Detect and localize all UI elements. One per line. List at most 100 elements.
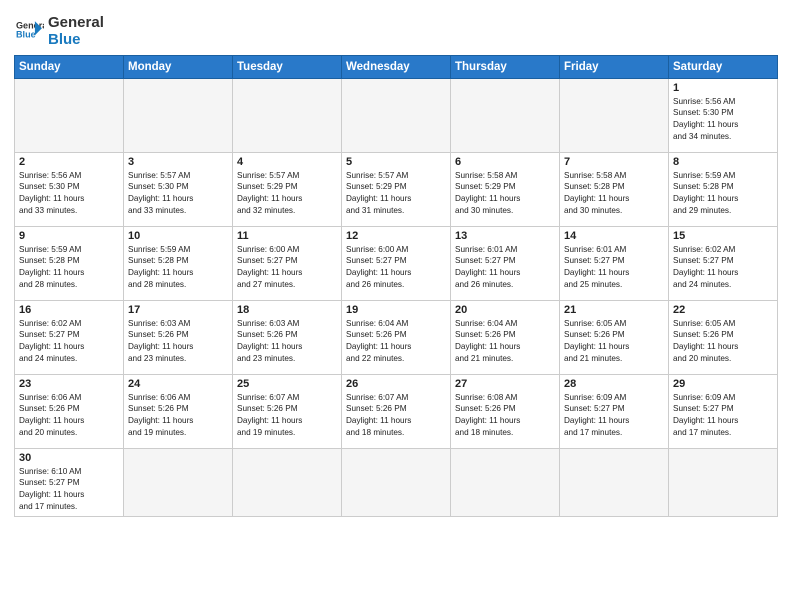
day-info: Sunrise: 6:01 AM Sunset: 5:27 PM Dayligh… (564, 244, 664, 292)
day-info: Sunrise: 6:05 AM Sunset: 5:26 PM Dayligh… (673, 318, 773, 366)
calendar-cell: 18Sunrise: 6:03 AM Sunset: 5:26 PM Dayli… (233, 300, 342, 374)
weekday-monday: Monday (124, 55, 233, 78)
weekday-sunday: Sunday (15, 55, 124, 78)
day-number: 24 (128, 378, 228, 390)
day-info: Sunrise: 6:02 AM Sunset: 5:27 PM Dayligh… (19, 318, 119, 366)
day-info: Sunrise: 6:09 AM Sunset: 5:27 PM Dayligh… (564, 392, 664, 440)
calendar-cell: 9 Sunrise: 5:59 AM Sunset: 5:28 PM Daylig… (15, 226, 124, 300)
day-info: Sunrise: 6:06 AM Sunset: 5:26 PM Dayligh… (128, 392, 228, 440)
calendar-cell: 12 Sunrise: 6:00 AM Sunset: 5:27 PM Dayli… (342, 226, 451, 300)
day-number: 4 (237, 156, 337, 168)
calendar-cell: 10Sunrise: 5:59 AM Sunset: 5:28 PM Dayli… (124, 226, 233, 300)
header: General Blue General Blue (14, 10, 778, 49)
calendar-cell: 30 Sunrise: 6:10 AM Sunset: 5:27 PM Dayli… (15, 448, 124, 517)
calendar-cell: 19 Sunrise: 6:04 AM Sunset: 5:26 PM Dayli… (342, 300, 451, 374)
day-number: 5 (346, 156, 446, 168)
day-info: Sunrise: 6:05 AM Sunset: 5:26 PM Dayligh… (564, 318, 664, 366)
day-number: 28 (564, 378, 664, 390)
day-info: Sunrise: 6:01 AM Sunset: 5:27 PM Dayligh… (455, 244, 555, 292)
day-number: 14 (564, 230, 664, 242)
calendar-cell: 11 Sunrise: 6:00 AM Sunset: 5:27 PM Dayli… (233, 226, 342, 300)
weekday-saturday: Saturday (669, 55, 778, 78)
calendar-cell (560, 448, 669, 517)
day-number: 12 (346, 230, 446, 242)
logo-icon: General Blue (16, 18, 44, 40)
calendar-cell (15, 78, 124, 152)
day-info: Sunrise: 6:03 AM Sunset: 5:26 PM Dayligh… (128, 318, 228, 366)
calendar-cell: 2 Sunrise: 5:56 AM Sunset: 5:30 PM Daylig… (15, 152, 124, 226)
day-info: Sunrise: 5:56 AM Sunset: 5:30 PM Dayligh… (19, 170, 119, 218)
weekday-header-row: SundayMondayTuesdayWednesdayThursdayFrid… (15, 55, 778, 78)
day-number: 21 (564, 304, 664, 316)
calendar-cell: 6 Sunrise: 5:58 AM Sunset: 5:29 PM Daylig… (451, 152, 560, 226)
day-number: 29 (673, 378, 773, 390)
day-info: Sunrise: 5:57 AM Sunset: 5:29 PM Dayligh… (237, 170, 337, 218)
week-row-6: 30 Sunrise: 6:10 AM Sunset: 5:27 PM Dayli… (15, 448, 778, 517)
week-row-4: 16 Sunrise: 6:02 AM Sunset: 5:27 PM Dayli… (15, 300, 778, 374)
day-info: Sunrise: 6:00 AM Sunset: 5:27 PM Dayligh… (237, 244, 337, 292)
calendar-cell (451, 448, 560, 517)
week-row-1: 1 Sunrise: 5:56 AM Sunset: 5:30 PM Daylig… (15, 78, 778, 152)
calendar-cell: 27Sunrise: 6:08 AM Sunset: 5:26 PM Dayli… (451, 374, 560, 448)
calendar-cell: 4 Sunrise: 5:57 AM Sunset: 5:29 PM Daylig… (233, 152, 342, 226)
calendar-cell: 28 Sunrise: 6:09 AM Sunset: 5:27 PM Dayli… (560, 374, 669, 448)
svg-text:Blue: Blue (16, 29, 36, 39)
day-info: Sunrise: 6:00 AM Sunset: 5:27 PM Dayligh… (346, 244, 446, 292)
calendar-cell (233, 78, 342, 152)
day-info: Sunrise: 6:04 AM Sunset: 5:26 PM Dayligh… (455, 318, 555, 366)
day-number: 26 (346, 378, 446, 390)
calendar-cell: 20Sunrise: 6:04 AM Sunset: 5:26 PM Dayli… (451, 300, 560, 374)
day-number: 25 (237, 378, 337, 390)
weekday-thursday: Thursday (451, 55, 560, 78)
day-info: Sunrise: 5:58 AM Sunset: 5:29 PM Dayligh… (455, 170, 555, 218)
day-info: Sunrise: 5:59 AM Sunset: 5:28 PM Dayligh… (673, 170, 773, 218)
logo: General Blue General Blue (14, 14, 104, 49)
day-number: 16 (19, 304, 119, 316)
week-row-2: 2 Sunrise: 5:56 AM Sunset: 5:30 PM Daylig… (15, 152, 778, 226)
day-number: 1 (673, 82, 773, 94)
day-info: Sunrise: 6:06 AM Sunset: 5:26 PM Dayligh… (19, 392, 119, 440)
page: General Blue General Blue SundayMondayTu… (0, 0, 792, 612)
calendar-cell (669, 448, 778, 517)
day-info: Sunrise: 5:57 AM Sunset: 5:30 PM Dayligh… (128, 170, 228, 218)
day-number: 7 (564, 156, 664, 168)
week-row-5: 23 Sunrise: 6:06 AM Sunset: 5:26 PM Dayli… (15, 374, 778, 448)
calendar-cell: 29 Sunrise: 6:09 AM Sunset: 5:27 PM Dayli… (669, 374, 778, 448)
day-number: 6 (455, 156, 555, 168)
calendar-cell (451, 78, 560, 152)
calendar-cell: 5Sunrise: 5:57 AM Sunset: 5:29 PM Daylig… (342, 152, 451, 226)
calendar-cell: 16 Sunrise: 6:02 AM Sunset: 5:27 PM Dayli… (15, 300, 124, 374)
calendar-cell (560, 78, 669, 152)
calendar-cell: 17Sunrise: 6:03 AM Sunset: 5:26 PM Dayli… (124, 300, 233, 374)
day-info: Sunrise: 6:04 AM Sunset: 5:26 PM Dayligh… (346, 318, 446, 366)
calendar-cell: 15Sunrise: 6:02 AM Sunset: 5:27 PM Dayli… (669, 226, 778, 300)
day-number: 27 (455, 378, 555, 390)
calendar-cell: 22 Sunrise: 6:05 AM Sunset: 5:26 PM Dayli… (669, 300, 778, 374)
day-number: 2 (19, 156, 119, 168)
day-info: Sunrise: 6:09 AM Sunset: 5:27 PM Dayligh… (673, 392, 773, 440)
day-number: 3 (128, 156, 228, 168)
week-row-3: 9 Sunrise: 5:59 AM Sunset: 5:28 PM Daylig… (15, 226, 778, 300)
day-number: 10 (128, 230, 228, 242)
calendar-cell: 14 Sunrise: 6:01 AM Sunset: 5:27 PM Dayli… (560, 226, 669, 300)
day-number: 9 (19, 230, 119, 242)
day-number: 30 (19, 452, 119, 464)
day-number: 11 (237, 230, 337, 242)
day-info: Sunrise: 6:07 AM Sunset: 5:26 PM Dayligh… (237, 392, 337, 440)
calendar-cell: 26Sunrise: 6:07 AM Sunset: 5:26 PM Dayli… (342, 374, 451, 448)
day-number: 22 (673, 304, 773, 316)
day-info: Sunrise: 5:59 AM Sunset: 5:28 PM Dayligh… (19, 244, 119, 292)
calendar-cell (124, 448, 233, 517)
calendar-cell: 8 Sunrise: 5:59 AM Sunset: 5:28 PM Daylig… (669, 152, 778, 226)
calendar-cell: 23 Sunrise: 6:06 AM Sunset: 5:26 PM Dayli… (15, 374, 124, 448)
calendar-cell: 7Sunrise: 5:58 AM Sunset: 5:28 PM Daylig… (560, 152, 669, 226)
day-number: 8 (673, 156, 773, 168)
calendar-cell: 21 Sunrise: 6:05 AM Sunset: 5:26 PM Dayli… (560, 300, 669, 374)
day-info: Sunrise: 6:10 AM Sunset: 5:27 PM Dayligh… (19, 466, 119, 514)
day-number: 23 (19, 378, 119, 390)
calendar-cell: 25 Sunrise: 6:07 AM Sunset: 5:26 PM Dayli… (233, 374, 342, 448)
day-number: 19 (346, 304, 446, 316)
calendar-cell (124, 78, 233, 152)
weekday-friday: Friday (560, 55, 669, 78)
day-info: Sunrise: 5:56 AM Sunset: 5:30 PM Dayligh… (673, 96, 773, 144)
